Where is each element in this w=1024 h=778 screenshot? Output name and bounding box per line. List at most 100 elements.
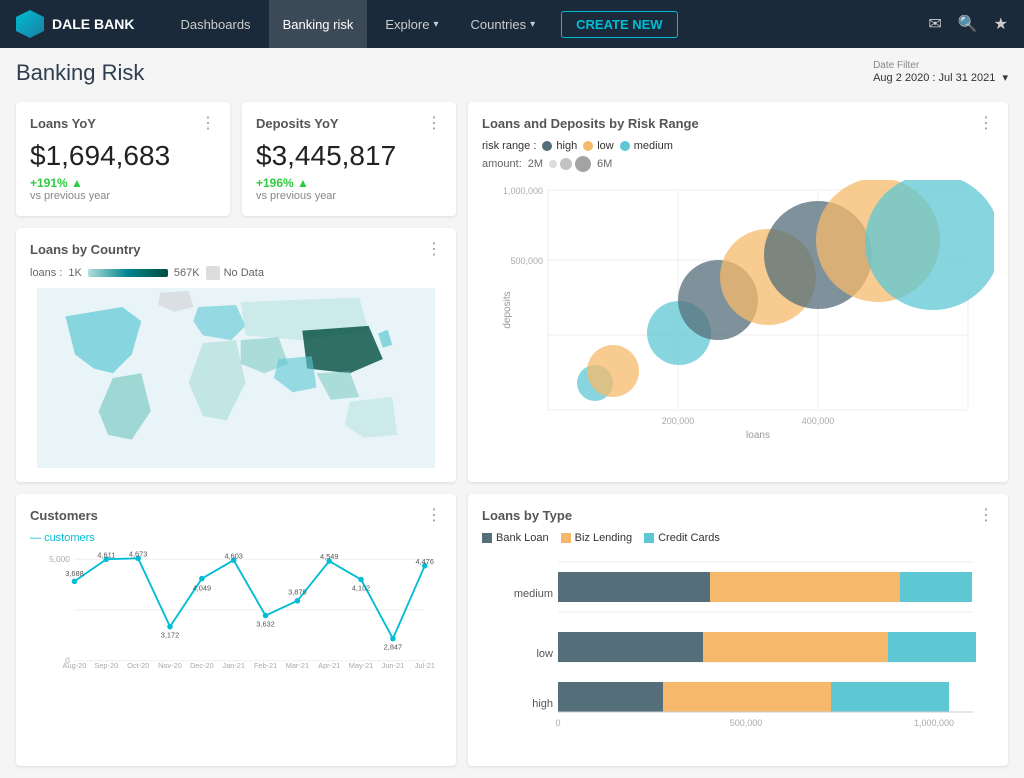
point-4	[199, 576, 205, 582]
world-map-svg	[30, 288, 442, 468]
low-credit-cards	[888, 632, 976, 662]
svg-text:2,847: 2,847	[384, 643, 402, 652]
svg-text:4,476: 4,476	[416, 557, 434, 566]
customers-chart-svg: 5,000 0 3,688 4,611 4,673 3,172	[30, 550, 442, 670]
biz-lending-label: Biz Lending	[575, 532, 633, 544]
bank-loan-color	[482, 533, 492, 543]
customers-title: Customers	[30, 508, 98, 523]
legend-credit-cards: Credit Cards	[644, 532, 720, 544]
countries-chevron: ▾	[530, 19, 535, 30]
svg-text:0: 0	[555, 718, 560, 728]
nav-icons: ✉ 🔍 ★	[928, 14, 1008, 34]
svg-text:4,611: 4,611	[97, 550, 115, 559]
map-legend-label: loans :	[30, 267, 62, 279]
high-bank-loan	[558, 682, 663, 712]
map-legend-min: 1K	[68, 267, 81, 279]
loans-kpi-vs: vs previous year	[30, 190, 216, 202]
date-filter-label: Date Filter	[873, 60, 1008, 71]
deposits-kpi-header: Deposits YoY ⋮	[256, 116, 442, 132]
legend-bank-loan: Bank Loan	[482, 532, 549, 544]
date-filter[interactable]: Date Filter Aug 2 2020 : Jul 31 2021 ▾	[873, 60, 1008, 84]
bar-chart-menu[interactable]: ⋮	[978, 508, 994, 524]
point-10	[390, 636, 396, 642]
search-icon[interactable]: 🔍	[958, 14, 978, 34]
amount-max: 6M	[597, 158, 612, 170]
brand-name: DALE BANK	[52, 16, 134, 32]
svg-text:May-21: May-21	[349, 661, 374, 670]
svg-text:loans: loans	[746, 430, 770, 440]
kpi-row: Loans YoY ⋮ $1,694,683 +191% vs previous…	[16, 102, 456, 216]
deposits-kpi-title: Deposits YoY	[256, 116, 339, 131]
nav-countries[interactable]: Countries ▾	[456, 0, 549, 48]
svg-text:4,049: 4,049	[193, 584, 211, 593]
customers-header: Customers ⋮	[30, 508, 442, 524]
amount-circles	[549, 156, 591, 172]
point-9	[358, 577, 364, 583]
low-biz-lending	[703, 632, 888, 662]
scatter-legends: risk range : high low medium	[482, 140, 994, 152]
svg-text:4,102: 4,102	[352, 584, 370, 593]
bar-chart-header: Loans by Type ⋮	[482, 508, 994, 524]
loans-kpi-menu[interactable]: ⋮	[200, 116, 216, 132]
point-6	[263, 613, 269, 619]
high-biz-lending	[663, 682, 831, 712]
svg-text:Feb-21: Feb-21	[254, 661, 277, 670]
customers-legend-label: customers	[44, 532, 95, 544]
explore-chevron: ▾	[433, 19, 438, 30]
scatter-menu[interactable]: ⋮	[978, 116, 994, 132]
deposits-kpi-vs: vs previous year	[256, 190, 442, 202]
credit-cards-label: Credit Cards	[658, 532, 720, 544]
nav-banking-risk[interactable]: Banking risk	[269, 0, 368, 48]
medium-biz-lending	[710, 572, 900, 602]
scatter-header: Loans and Deposits by Risk Range ⋮	[482, 116, 994, 132]
circle-l	[575, 156, 591, 172]
customers-card: Customers ⋮ customers 5,000 0	[16, 494, 456, 766]
deposits-kpi-card: Deposits YoY ⋮ $3,445,817 +196% vs previ…	[242, 102, 456, 216]
svg-text:Jul-21: Jul-21	[415, 661, 435, 670]
nav-explore[interactable]: Explore ▾	[371, 0, 452, 48]
svg-text:500,000: 500,000	[730, 718, 763, 728]
svg-text:Sep-20: Sep-20	[94, 661, 118, 670]
risk-low: low	[583, 140, 614, 152]
scatter-title: Loans and Deposits by Risk Range	[482, 116, 699, 131]
create-new-button[interactable]: CREATE NEW	[561, 11, 677, 38]
scatter-risk-legend: risk range : high low medium	[482, 140, 673, 152]
customers-legend: customers	[30, 532, 442, 544]
mail-icon[interactable]: ✉	[928, 14, 941, 34]
loans-kpi-change: +191%	[30, 176, 216, 190]
deposits-kpi-menu[interactable]: ⋮	[426, 116, 442, 132]
map-legend-max: 567K	[174, 267, 200, 279]
risk-medium: medium	[620, 140, 673, 152]
date-filter-value: Aug 2 2020 : Jul 31 2021 ▾	[873, 71, 1008, 84]
risk-high: high	[542, 140, 577, 152]
map-menu[interactable]: ⋮	[426, 242, 442, 258]
brand[interactable]: DALE BANK	[16, 10, 134, 38]
svg-text:high: high	[532, 698, 553, 710]
page-title: Banking Risk	[16, 60, 144, 86]
bar-chart-area: medium low high	[482, 552, 994, 752]
svg-text:500,000: 500,000	[510, 256, 543, 266]
svg-text:Jun-21: Jun-21	[382, 661, 405, 670]
scatter-plot: 500,000 1,000,000 200,000 400,000 loans …	[482, 180, 994, 440]
svg-text:Nov-20: Nov-20	[158, 661, 182, 670]
loans-kpi-card: Loans YoY ⋮ $1,694,683 +191% vs previous…	[16, 102, 230, 216]
low-bank-loan	[558, 632, 703, 662]
customers-menu[interactable]: ⋮	[426, 508, 442, 524]
point-0	[72, 579, 78, 585]
nav-dashboards[interactable]: Dashboards	[166, 0, 264, 48]
bar-chart-card: Loans by Type ⋮ Bank Loan Biz Lending Cr…	[468, 494, 1008, 766]
circle-m	[560, 158, 572, 170]
date-filter-area: Date Filter Aug 2 2020 : Jul 31 2021 ▾	[873, 60, 1008, 84]
amount-label: amount:	[482, 158, 522, 170]
map-legend: loans : 1K 567K No Data	[30, 266, 442, 280]
bubble-2	[587, 345, 639, 397]
svg-text:3,632: 3,632	[256, 620, 274, 629]
svg-text:1,000,000: 1,000,000	[914, 718, 954, 728]
svg-text:1,000,000: 1,000,000	[503, 186, 543, 196]
svg-text:4,549: 4,549	[320, 552, 338, 561]
deposits-kpi-change: +196%	[256, 176, 442, 190]
customers-chart: 5,000 0 3,688 4,611 4,673 3,172	[30, 550, 442, 670]
star-icon[interactable]: ★	[994, 14, 1008, 34]
svg-text:low: low	[536, 648, 553, 660]
map-card-header: Loans by Country ⋮	[30, 242, 442, 258]
